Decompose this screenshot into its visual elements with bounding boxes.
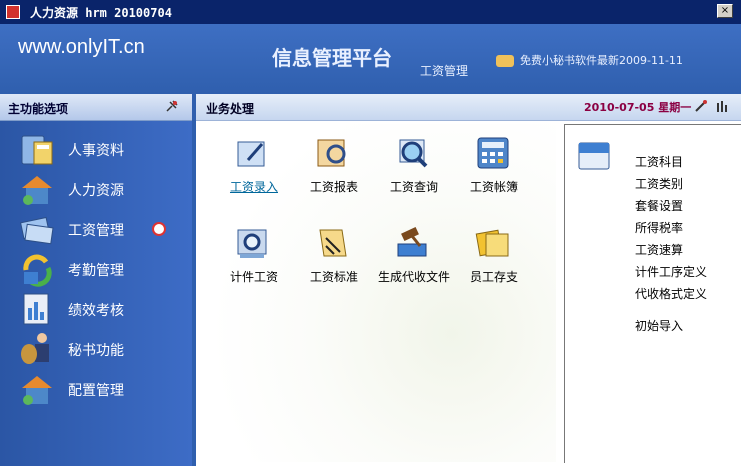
tile-label: 计件工资 bbox=[229, 270, 278, 284]
settings-window-icon bbox=[578, 142, 610, 170]
sidebar-item-attendance[interactable]: 考勤管理 bbox=[0, 250, 192, 290]
sidebar-item-label: 人事资料 bbox=[68, 143, 124, 159]
sidebar: 主功能选项 人事资料 人力资源 工资管理 考勤管理 绩效考核 秘书功能 配置管理 bbox=[0, 94, 192, 466]
chart-icon bbox=[23, 293, 49, 325]
news-link[interactable]: 免费小秘书软件最新2009-11-11 bbox=[496, 52, 683, 68]
tile-label: 工资查询 bbox=[389, 180, 438, 194]
tools-icon[interactable] bbox=[714, 99, 728, 113]
tile-generate-collection-file[interactable]: 生成代收文件 bbox=[374, 224, 454, 284]
sidebar-title: 主功能选项 bbox=[8, 102, 69, 116]
sidebar-item-label: 人力资源 bbox=[68, 183, 124, 199]
panel-item-package-settings[interactable]: 套餐设置 bbox=[635, 195, 707, 217]
content-title: 业务处理 bbox=[206, 102, 255, 116]
sidebar-item-performance[interactable]: 绩效考核 bbox=[0, 290, 192, 330]
salary-entry-icon bbox=[237, 141, 265, 167]
house-icon bbox=[22, 376, 52, 405]
panel-item-salary-subject[interactable]: 工资科目 bbox=[635, 151, 707, 173]
sidebar-item-personnel[interactable]: 人事资料 bbox=[0, 130, 192, 170]
sidebar-item-secretary[interactable]: 秘书功能 bbox=[0, 330, 192, 370]
module-name: 工资管理 bbox=[420, 64, 469, 78]
panel-item-piece-process-def[interactable]: 计件工序定义 bbox=[635, 261, 707, 283]
logo-text: www.onlyIT.cn bbox=[18, 36, 145, 58]
tile-label: 工资标准 bbox=[309, 270, 358, 284]
tile-employee-deposit[interactable]: 员工存支 bbox=[454, 224, 534, 284]
piece-icon bbox=[237, 229, 267, 258]
app-window: 人力资源 hrm 20100704 × www.onlyIT.cn 信息管理平台… bbox=[0, 0, 741, 466]
tile-label: 员工存支 bbox=[469, 270, 518, 284]
app-icon bbox=[6, 5, 20, 19]
panel-item-income-tax-rate[interactable]: 所得税率 bbox=[635, 217, 707, 239]
calculator-icon bbox=[477, 137, 509, 169]
platform-title: 信息管理平台 bbox=[272, 46, 392, 70]
sidebar-item-salary[interactable]: 工资管理 bbox=[0, 210, 192, 250]
tile-label: 生成代收文件 bbox=[377, 270, 450, 284]
house-icon bbox=[22, 176, 52, 205]
tile-label: 工资录入 bbox=[229, 180, 278, 194]
gavel-icon bbox=[397, 226, 427, 257]
panel-item-quick-calc[interactable]: 工资速算 bbox=[635, 239, 707, 261]
close-button[interactable]: × bbox=[717, 4, 733, 18]
sidebar-header: 主功能选项 bbox=[0, 94, 192, 121]
title-bar: 人力资源 hrm 20100704 × bbox=[0, 0, 741, 25]
tile-salary-standard[interactable]: 工资标准 bbox=[294, 224, 374, 284]
notes-icon bbox=[475, 229, 509, 257]
sidebar-item-label: 配置管理 bbox=[68, 383, 124, 399]
workspace: 工资录入 工资报表 工资查询 工资帐簿 计件工资 工资标准 生成代收文件 员工存… bbox=[202, 124, 556, 462]
sidebar-item-label: 秘书功能 bbox=[68, 343, 124, 359]
money-icon bbox=[20, 216, 54, 245]
tile-salary-ledger[interactable]: 工资帐簿 bbox=[454, 134, 534, 194]
secretary-icon bbox=[21, 333, 49, 364]
main-content: 业务处理 2010-07-05 星期一 工资录入 工资报表 工资查询 工资帐簿 … bbox=[196, 94, 741, 466]
content-header: 业务处理 2010-07-05 星期一 bbox=[196, 94, 741, 121]
tile-salary-report[interactable]: 工资报表 bbox=[294, 134, 374, 194]
settings-list: 工资科目 工资类别 套餐设置 所得税率 工资速算 计件工序定义 代收格式定义 初… bbox=[635, 151, 707, 337]
tile-label: 工资帐簿 bbox=[469, 180, 518, 194]
sidebar-item-label: 绩效考核 bbox=[68, 303, 124, 319]
standard-icon bbox=[319, 229, 347, 257]
date-display: 2010-07-05 星期一 bbox=[584, 101, 692, 114]
sidebar-item-hr[interactable]: 人力资源 bbox=[0, 170, 192, 210]
sidebar-item-label: 工资管理 bbox=[68, 223, 124, 239]
search-icon bbox=[399, 139, 428, 168]
news-text: 免费小秘书软件最新2009-11-11 bbox=[520, 54, 683, 67]
panel-item-collection-format-def[interactable]: 代收格式定义 bbox=[635, 283, 707, 305]
tile-salary-entry[interactable]: 工资录入 bbox=[214, 134, 294, 194]
sidebar-item-label: 考勤管理 bbox=[68, 263, 124, 279]
refresh-icon bbox=[23, 254, 52, 287]
pin-icon[interactable] bbox=[165, 99, 179, 113]
active-indicator-icon bbox=[152, 222, 166, 236]
report-icon bbox=[317, 139, 346, 167]
tile-label: 工资报表 bbox=[309, 180, 358, 194]
sidebar-item-config[interactable]: 配置管理 bbox=[0, 370, 192, 410]
panel-item-initial-import[interactable]: 初始导入 bbox=[635, 315, 707, 337]
handshake-icon bbox=[496, 55, 514, 67]
calculator-icon bbox=[21, 135, 53, 165]
edit-icon[interactable] bbox=[694, 99, 708, 113]
header: www.onlyIT.cn 信息管理平台 工资管理 免费小秘书软件最新2009-… bbox=[0, 24, 741, 94]
panel-item-salary-category[interactable]: 工资类别 bbox=[635, 173, 707, 195]
window-title: 人力资源 hrm 20100704 bbox=[30, 6, 172, 20]
tile-piece-wage[interactable]: 计件工资 bbox=[214, 224, 294, 284]
tile-salary-query[interactable]: 工资查询 bbox=[374, 134, 454, 194]
settings-panel: 工资科目 工资类别 套餐设置 所得税率 工资速算 计件工序定义 代收格式定义 初… bbox=[564, 124, 741, 463]
